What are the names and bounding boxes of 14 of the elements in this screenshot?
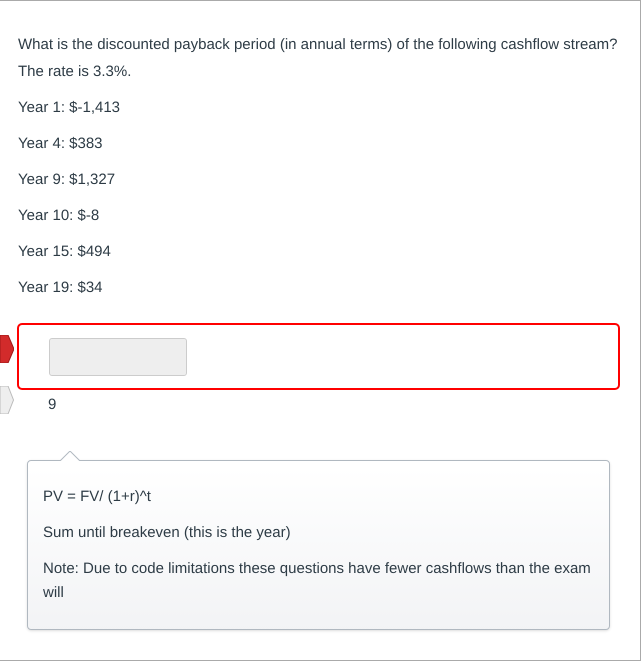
cashflow-item: Year 19: $34 [18, 278, 104, 298]
comment-text: PV = FV/ (1+r)^t [43, 487, 152, 507]
cashflow-item: Year 9: $1,327 [18, 170, 116, 190]
correct-answer-text: 9 [48, 396, 56, 413]
cashflow-item: Year 4: $383 [18, 134, 104, 154]
flag-marker-icon [0, 386, 14, 414]
cashflow-item: Year 15: $494 [18, 242, 112, 262]
comment-text: Note: Due to code limitations these questions have fewer cashflows than the exam will [43, 559, 592, 603]
cashflow-item: Year 1: $-1,413 [18, 98, 122, 118]
comment-text: Sum until breakeven (this is the year) [43, 523, 292, 543]
cashflow-item: Year 10: $-8 [18, 206, 100, 226]
question-text: What is the discounted payback period (in annual terms) of the following cashflow stream? The rate is 3.3%. [18, 35, 618, 82]
flag-marker-icon [0, 335, 14, 363]
answer-input-field[interactable] [49, 338, 187, 376]
